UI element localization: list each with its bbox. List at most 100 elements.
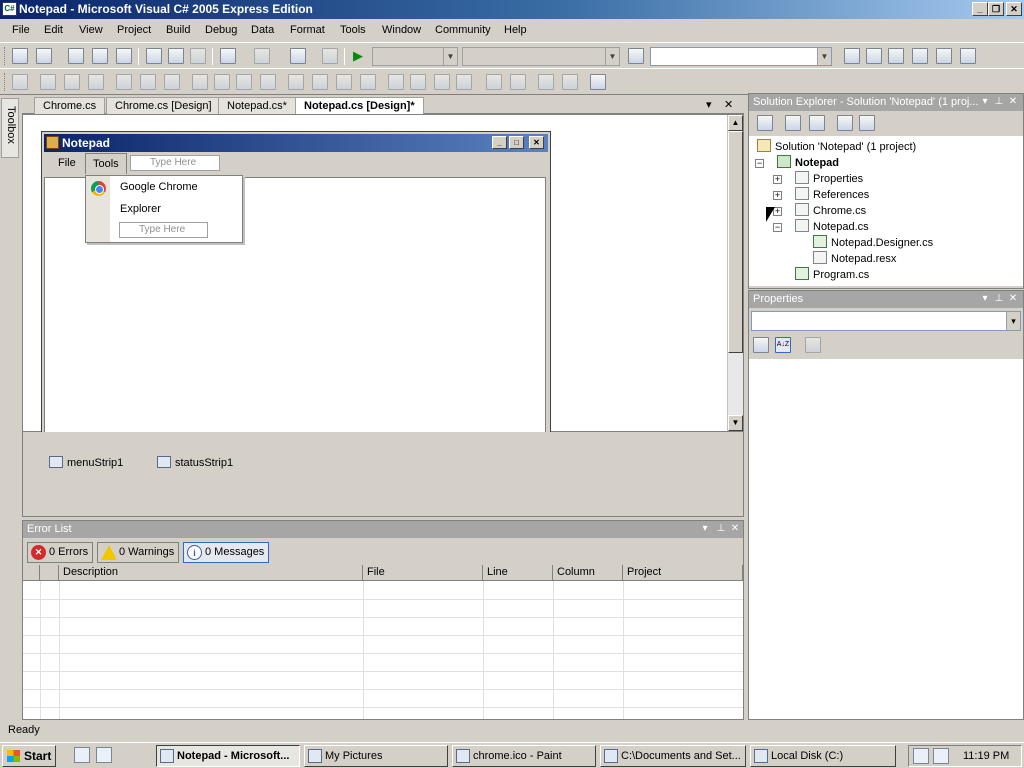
solution-configuration-combo[interactable]: ▼	[372, 47, 458, 66]
menu-project[interactable]: Project	[117, 24, 151, 36]
tree-node-references[interactable]: References	[795, 187, 869, 201]
chevron-down-icon[interactable]: ▾	[1006, 312, 1020, 330]
start-page-icon[interactable]	[936, 48, 952, 64]
tab-chrome-cs[interactable]: Chrome.cs	[34, 97, 106, 114]
save-icon[interactable]	[92, 48, 108, 64]
tree-node-solution[interactable]: Solution 'Notepad' (1 project)	[757, 139, 916, 153]
properties-icon[interactable]	[785, 115, 801, 131]
internet-explorer-icon[interactable]	[96, 747, 112, 763]
dropdown-type-here[interactable]: Type Here	[119, 222, 208, 238]
form-menu-file[interactable]: File	[58, 157, 76, 169]
decrease-horizontal-spacing-icon[interactable]	[336, 74, 352, 90]
center-horizontally-icon[interactable]	[486, 74, 502, 90]
toolbar-grip[interactable]	[4, 73, 7, 91]
panel-dropdown-icon[interactable]: ▾	[699, 523, 711, 535]
bring-to-front-icon[interactable]	[538, 74, 554, 90]
task-notepad-vcs[interactable]: Notepad - Microsoft...	[156, 745, 300, 767]
vertical-spacing-equal-icon[interactable]	[388, 74, 404, 90]
menu-community[interactable]: Community	[435, 24, 491, 36]
show-desktop-icon[interactable]	[74, 747, 90, 763]
panel-close-icon[interactable]: ✕	[1007, 293, 1019, 305]
column-header-sort[interactable]	[23, 565, 40, 581]
task-my-pictures[interactable]: My Pictures	[304, 745, 448, 767]
column-header-line[interactable]: Line	[483, 565, 553, 581]
tree-node-project[interactable]: Notepad	[777, 155, 839, 169]
view-designer-icon[interactable]	[859, 115, 875, 131]
align-centers-icon[interactable]	[64, 74, 80, 90]
pin-icon[interactable]: ⊥	[715, 523, 727, 535]
tree-node-notepad-resx[interactable]: Notepad.resx	[813, 251, 896, 265]
designer-vertical-scrollbar[interactable]: ▲ ▼	[727, 115, 743, 431]
panel-close-icon[interactable]: ✕	[729, 523, 741, 535]
form-designer-surface[interactable]: Notepad _ □ ✕ File Tools Type Here Googl…	[22, 114, 744, 434]
show-all-files-icon[interactable]	[757, 115, 773, 131]
tab-notepad-cs[interactable]: Notepad.cs*	[218, 97, 296, 114]
menustrip-type-here[interactable]: Type Here	[130, 155, 220, 171]
dropdown-item-explorer[interactable]: Explorer	[120, 203, 161, 215]
solution-explorer-icon[interactable]	[844, 48, 860, 64]
find-in-files-icon[interactable]	[628, 48, 644, 64]
align-bottoms-icon[interactable]	[164, 74, 180, 90]
align-rights-icon[interactable]	[88, 74, 104, 90]
new-project-icon[interactable]	[12, 48, 28, 64]
send-to-back-icon[interactable]	[562, 74, 578, 90]
property-pages-icon[interactable]	[805, 337, 821, 353]
document-outline-icon[interactable]	[960, 48, 976, 64]
expand-properties-icon[interactable]: +	[773, 175, 782, 184]
maximize-button[interactable]: ❐	[988, 2, 1004, 16]
view-code-icon[interactable]	[837, 115, 853, 131]
menu-help[interactable]: Help	[504, 24, 527, 36]
column-header-project[interactable]: Project	[623, 565, 743, 581]
add-item-icon[interactable]	[36, 48, 52, 64]
safely-remove-hardware-icon[interactable]	[933, 748, 949, 764]
align-middles-icon[interactable]	[140, 74, 156, 90]
increase-vertical-spacing-icon[interactable]	[410, 74, 426, 90]
remove-vertical-spacing-icon[interactable]	[456, 74, 472, 90]
tab-order-icon[interactable]	[590, 74, 606, 90]
error-list-grid[interactable]: Description File Line Column Project	[23, 565, 743, 719]
menu-build[interactable]: Build	[166, 24, 190, 36]
form-menu-tools[interactable]: Tools	[85, 153, 127, 174]
scroll-up-icon[interactable]: ▲	[728, 115, 743, 131]
task-local-disk[interactable]: Local Disk (C:)	[750, 745, 896, 767]
cut-icon[interactable]	[146, 48, 162, 64]
minimize-button[interactable]: _	[972, 2, 988, 16]
column-header-column[interactable]: Column	[553, 565, 623, 581]
center-vertically-icon[interactable]	[510, 74, 526, 90]
column-header-description[interactable]: Description	[59, 565, 363, 581]
toolbar-grip[interactable]	[4, 47, 7, 65]
tab-chrome-cs-design[interactable]: Chrome.cs [Design]	[106, 97, 221, 114]
horizontal-spacing-equal-icon[interactable]	[288, 74, 304, 90]
solution-tree[interactable]: Solution 'Notepad' (1 project) − Notepad…	[749, 136, 1023, 286]
expand-references-icon[interactable]: +	[773, 191, 782, 200]
column-header-file[interactable]: File	[363, 565, 483, 581]
start-debugging-icon[interactable]: ▶	[350, 48, 366, 64]
errors-filter-button[interactable]: ✕ 0 Errors	[27, 542, 94, 563]
pin-icon[interactable]: ⊥	[993, 293, 1005, 305]
form-menustrip[interactable]: File Tools Type Here	[44, 153, 548, 175]
alphabetical-icon[interactable]: A↓Z	[775, 337, 791, 353]
task-documents[interactable]: C:\Documents and Set...	[600, 745, 746, 767]
menu-data[interactable]: Data	[251, 24, 274, 36]
make-same-size-icon[interactable]	[236, 74, 252, 90]
dropdown-item-google-chrome[interactable]: Google Chrome	[120, 181, 198, 193]
decrease-vertical-spacing-icon[interactable]	[434, 74, 450, 90]
categorized-icon[interactable]	[753, 337, 769, 353]
warnings-filter-button[interactable]: 0 Warnings	[97, 542, 180, 563]
tree-node-notepad-cs[interactable]: Notepad.cs	[795, 219, 869, 233]
tray-statusstrip[interactable]: statusStrip1	[157, 456, 233, 469]
paste-icon[interactable]	[190, 48, 206, 64]
navigate-forward-icon[interactable]	[322, 48, 338, 64]
align-lefts-icon[interactable]	[40, 74, 56, 90]
property-grid[interactable]	[749, 359, 1023, 719]
undo-icon[interactable]	[220, 48, 236, 64]
start-button[interactable]: Start	[2, 745, 56, 767]
close-document-icon[interactable]: ✕	[724, 98, 733, 111]
align-tops-icon[interactable]	[116, 74, 132, 90]
solution-platform-combo[interactable]: ▼	[462, 47, 620, 66]
remove-horizontal-spacing-icon[interactable]	[360, 74, 376, 90]
size-to-grid-icon[interactable]	[260, 74, 276, 90]
column-header-category[interactable]	[40, 565, 59, 581]
panel-dropdown-icon[interactable]: ▾	[979, 293, 991, 305]
collapse-project-icon[interactable]: −	[755, 159, 764, 168]
